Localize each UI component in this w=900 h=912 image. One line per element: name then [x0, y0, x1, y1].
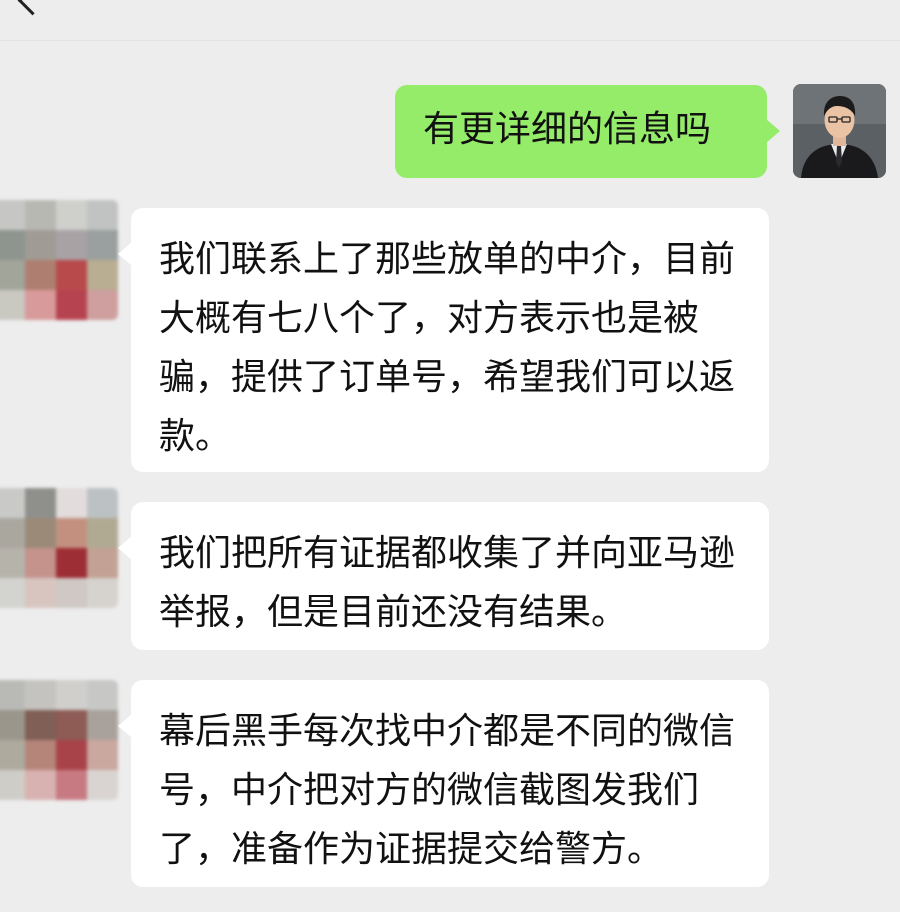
incoming-bubble[interactable]: 幕后黑手每次找中介都是不同的微信号，中介把对方的微信截图发我们了，准备作为证据提… — [118, 680, 769, 887]
chat-header — [0, 0, 900, 41]
outgoing-bubble[interactable]: 有更详细的信息吗 — [395, 85, 780, 178]
incoming-bubble[interactable]: 我们联系上了那些放单的中介，目前大概有七八个了，对方表示也是被骗，提供了订单号，… — [118, 208, 769, 472]
incoming-bubble[interactable]: 我们把所有证据都收集了并向亚马逊举报，但是目前还没有结果。 — [118, 502, 769, 650]
contact-avatar-pixelated[interactable] — [0, 488, 118, 608]
contact-avatar-pixelated[interactable] — [0, 680, 118, 800]
person-in-suit-icon — [793, 84, 886, 178]
back-arrow-icon[interactable] — [17, 0, 48, 16]
contact-avatar-pixelated[interactable] — [0, 200, 118, 320]
self-avatar[interactable] — [793, 84, 886, 178]
